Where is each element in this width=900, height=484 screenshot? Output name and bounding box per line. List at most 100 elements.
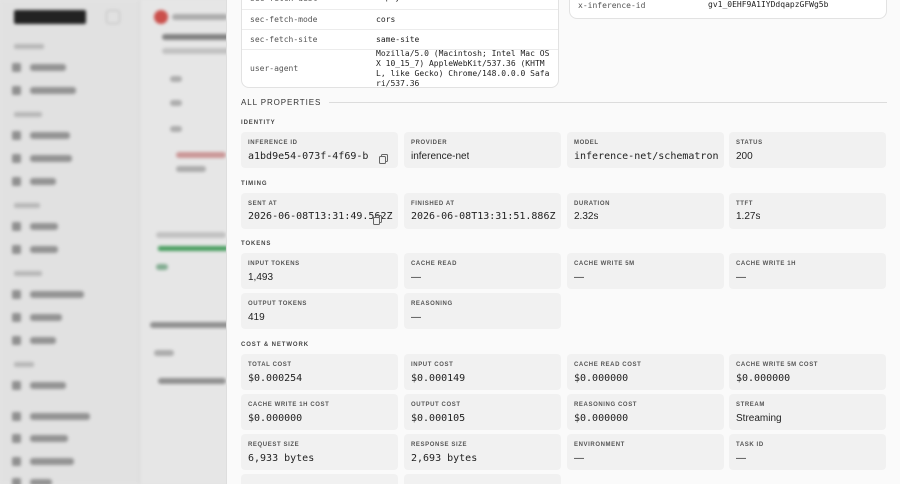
property-label: CACHE WRITE 5M COST <box>736 362 819 368</box>
property-provider: PROVIDER inference-net <box>404 132 561 168</box>
property-sent-at: SENT AT 2026-06-08T13:31:49.562Z <box>241 193 398 229</box>
section-divider <box>329 102 887 103</box>
header-key: sec-fetch-site <box>250 35 318 44</box>
property-label: STREAM <box>736 402 765 408</box>
header-value: same-site <box>376 34 420 44</box>
property-value: $0.000000 <box>248 413 303 424</box>
property-cache-read: CACHE READ — <box>404 253 561 289</box>
property-value: 1,493 <box>248 272 274 283</box>
property-label: CACHE READ COST <box>574 362 642 368</box>
property-label: OUTPUT COST <box>411 402 461 408</box>
property-task-id: TASK ID — <box>729 434 886 470</box>
property-value: 2026-06-08T13:31:49.562Z <box>248 211 393 222</box>
response-headers-table: x-inference-id gv1_0EHF9A1IYDdqapzGFWg5b <box>569 0 887 19</box>
property-output-tokens: OUTPUT TOKENS 419 <box>241 293 398 329</box>
section-title: ALL PROPERTIES <box>241 98 322 107</box>
property-label: SENT AT <box>248 201 278 207</box>
property-value: $0.000105 <box>411 413 466 424</box>
property-label: REASONING <box>411 301 453 307</box>
property-value: inference-net/schematron-v2 <box>574 151 718 162</box>
property-value: — <box>736 453 746 464</box>
table-row: sec-fetch-mode cors <box>242 9 558 29</box>
group-label-timing: TIMING <box>241 181 268 187</box>
property-value: 2,693 bytes <box>411 453 478 464</box>
property-cache-write-5m-cost: CACHE WRITE 5M COST $0.000000 <box>729 354 886 390</box>
property-value: 419 <box>248 312 265 323</box>
property-value: $0.000149 <box>411 373 466 384</box>
property-value: $0.000000 <box>574 413 629 424</box>
property-value: 2.32s <box>574 211 599 222</box>
property-label: STATUS <box>736 140 763 146</box>
property-value: — <box>411 312 421 323</box>
property-label: CACHE WRITE 1H COST <box>248 402 330 408</box>
property-label: FINISHED AT <box>411 201 455 207</box>
property-label: TASK ID <box>736 442 764 448</box>
header-value: cors <box>376 14 396 24</box>
property-value: $0.000000 <box>736 373 791 384</box>
property-value: — <box>736 272 746 283</box>
table-row: sec-fetch-dest empty <box>242 0 558 9</box>
copy-icon[interactable] <box>379 151 388 164</box>
property-value: 200 <box>736 151 753 162</box>
header-value: Mozilla/5.0 (Macintosh; Intel Mac OS X 1… <box>376 48 550 88</box>
group-label-tokens: TOKENS <box>241 241 272 247</box>
table-row: sec-fetch-site same-site <box>242 29 558 49</box>
property-cache-write-1h: CACHE WRITE 1H — <box>729 253 886 289</box>
property-environment: ENVIRONMENT — <box>567 434 724 470</box>
group-label-cost: COST & NETWORK <box>241 342 309 348</box>
property-label: PROVIDER <box>411 140 448 146</box>
property-label: ENVIRONMENT <box>574 442 625 448</box>
property-input-tokens: INPUT TOKENS 1,493 <box>241 253 398 289</box>
header-key: sec-fetch-dest <box>242 0 368 9</box>
group-label-identity: IDENTITY <box>241 120 276 126</box>
property-model: MODEL inference-net/schematron-v2 <box>567 132 724 168</box>
property-label: REQUEST SIZE <box>248 442 300 448</box>
property-card-partial <box>404 474 561 484</box>
property-inference-id: INFERENCE ID a1bd9e54-073f-4f69-b655- <box>241 132 398 168</box>
property-stream: STREAM Streaming <box>729 394 886 430</box>
property-ttft: TTFT 1.27s <box>729 193 886 229</box>
property-label: INPUT COST <box>411 362 454 368</box>
property-reasoning-cost: REASONING COST $0.000000 <box>567 394 724 430</box>
property-input-cost: INPUT COST $0.000149 <box>404 354 561 390</box>
header-value: gv1_0EHF9A1IYDdqapzGFWg5b <box>708 0 829 9</box>
property-total-cost: TOTAL COST $0.000254 <box>241 354 398 390</box>
property-label: CACHE READ <box>411 261 458 267</box>
property-value: 2026-06-08T13:31:51.886Z <box>411 211 556 222</box>
copy-icon[interactable] <box>373 212 382 225</box>
property-value: a1bd9e54-073f-4f69-b655- <box>248 151 368 162</box>
property-value: — <box>411 272 421 283</box>
property-label: OUTPUT TOKENS <box>248 301 308 307</box>
property-cache-read-cost: CACHE READ COST $0.000000 <box>567 354 724 390</box>
property-label: CACHE WRITE 5M <box>574 261 635 267</box>
property-value: 6,933 bytes <box>248 453 315 464</box>
property-value: Streaming <box>736 413 782 424</box>
property-cache-write-1h-cost: CACHE WRITE 1H COST $0.000000 <box>241 394 398 430</box>
property-value: inference-net <box>411 151 470 162</box>
property-label: DURATION <box>574 201 611 207</box>
property-label: TOTAL COST <box>248 362 292 368</box>
header-key: sec-fetch-mode <box>250 15 318 24</box>
header-value: empty <box>368 0 558 9</box>
property-output-cost: OUTPUT COST $0.000105 <box>404 394 561 430</box>
inference-details-drawer: sec-fetch-dest empty sec-fetch-mode cors… <box>226 0 900 484</box>
property-finished-at: FINISHED AT 2026-06-08T13:31:51.886Z <box>404 193 561 229</box>
property-cache-write-5m: CACHE WRITE 5M — <box>567 253 724 289</box>
property-duration: DURATION 2.32s <box>567 193 724 229</box>
property-value: 1.27s <box>736 211 761 222</box>
property-value: $0.000000 <box>574 373 629 384</box>
property-reasoning: REASONING — <box>404 293 561 329</box>
property-label: INPUT TOKENS <box>248 261 300 267</box>
property-value: — <box>574 272 584 283</box>
header-key: user-agent <box>250 64 299 73</box>
property-label: INFERENCE ID <box>248 140 298 146</box>
property-label: RESPONSE SIZE <box>411 442 468 448</box>
request-headers-table: sec-fetch-dest empty sec-fetch-mode cors… <box>241 0 559 88</box>
property-response-size: RESPONSE SIZE 2,693 bytes <box>404 434 561 470</box>
property-card-partial <box>241 474 398 484</box>
property-request-size: REQUEST SIZE 6,933 bytes <box>241 434 398 470</box>
all-properties-heading: ALL PROPERTIES <box>241 98 887 107</box>
property-label: REASONING COST <box>574 402 638 408</box>
header-key: x-inference-id <box>578 0 646 10</box>
property-label: TTFT <box>736 201 754 207</box>
